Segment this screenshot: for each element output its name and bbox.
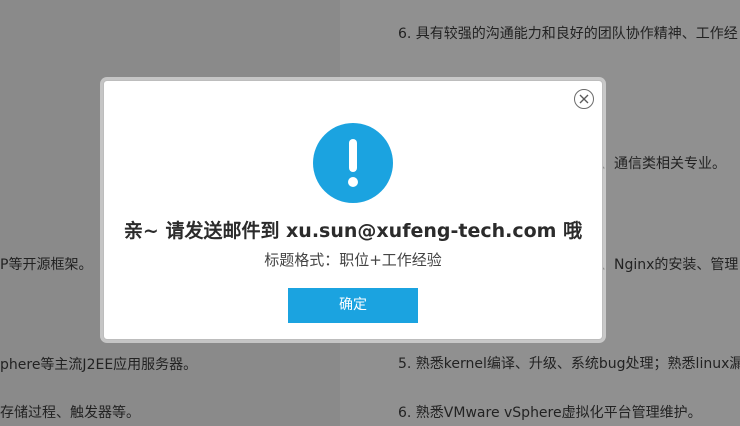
exclamation-icon <box>313 123 393 203</box>
page: P等开源框架。 phere等主流J2EE应用服务器。 存储过程、触发器等。 6.… <box>0 0 740 426</box>
exclamation-bar <box>349 139 357 172</box>
background-text-line: 、通信类相关专业。 <box>600 156 726 172</box>
background-text-line: 、Nginx的安装、管理 <box>600 257 739 273</box>
background-text-line: P等开源框架。 <box>0 257 93 273</box>
dialog-title: 亲~ 请发送邮件到 xu.sun@xufeng-tech.com 哦 <box>123 220 583 242</box>
background-text-line: 5. 熟悉kernel编译、升级、系统bug处理；熟悉linux漏 <box>398 356 740 372</box>
background-text-line: 6. 具有较强的沟通能力和良好的团队协作精神、工作经 <box>398 26 738 42</box>
email-notice-dialog: 亲~ 请发送邮件到 xu.sun@xufeng-tech.com 哦 标题格式：… <box>103 80 603 340</box>
background-text-line: 存储过程、触发器等。 <box>0 405 140 421</box>
background-text-line: phere等主流J2EE应用服务器。 <box>0 357 198 373</box>
dialog-subtitle: 标题格式：职位+工作经验 <box>264 251 442 269</box>
background-text-line: 6. 熟悉VMware vSphere虚拟化平台管理维护。 <box>398 405 702 421</box>
confirm-button[interactable]: 确定 <box>288 288 418 323</box>
close-icon[interactable] <box>574 89 594 109</box>
exclamation-dot <box>348 177 358 187</box>
